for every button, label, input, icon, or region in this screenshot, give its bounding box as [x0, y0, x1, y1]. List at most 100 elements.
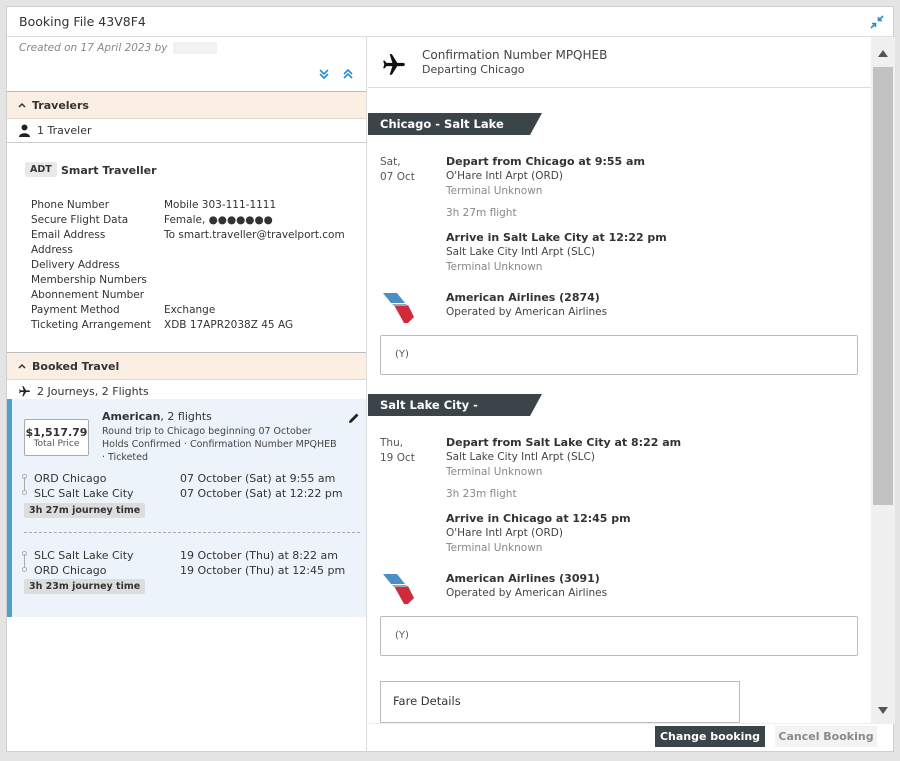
arrival-title: Arrive in Salt Lake City at 12:22 pm [446, 231, 667, 244]
flight-duration: 3h 23m flight [446, 488, 517, 500]
fare-details-title: Fare Details [393, 694, 461, 708]
detail-label: Abonnement Number [31, 289, 145, 301]
right-panel-scrollbar[interactable] [871, 37, 895, 723]
leg-time: 19 October (Thu) at 8:22 am [180, 549, 338, 562]
arrival-airport: Salt Lake City Intl Arpt (SLC) [446, 246, 595, 258]
leg-time: 07 October (Sat) at 12:22 pm [180, 487, 343, 500]
total-price: $1,517.79 [25, 426, 88, 439]
person-icon [19, 124, 30, 137]
detail-row: Address [31, 243, 361, 258]
redacted-agent [172, 42, 217, 54]
card-trip-description: Round trip to Chicago beginning 07 Octob… [102, 426, 312, 437]
leg-city: ORD Chicago [34, 564, 107, 577]
journeys-summary: 2 Journeys, 2 Flights [37, 385, 149, 398]
carrier-block: American Airlines (3091) Operated by Ame… [446, 571, 856, 601]
departure-title: Depart from Salt Lake City at 8:22 am [446, 436, 682, 449]
leg-row: SLC Salt Lake City 19 October (Thu) at 8:… [34, 548, 354, 563]
cancel-booking-button[interactable]: Cancel Booking [775, 726, 877, 747]
leg-row: ORD Chicago 07 October (Sat) at 9:55 am [34, 471, 354, 486]
departure-terminal: Terminal Unknown [446, 466, 543, 478]
departure-block: Depart from Salt Lake City at 8:22 am Sa… [446, 435, 856, 480]
travelers-section-header[interactable]: Travelers [7, 91, 366, 119]
journey-duration-badge: 3h 23m journey time [24, 579, 146, 594]
traveler-count: 1 Traveler [37, 124, 92, 137]
expand-all-icon[interactable] [317, 67, 331, 81]
route-banner: Chicago - Salt Lake City [368, 113, 542, 153]
booked-travel-section-header[interactable]: Booked Travel [7, 352, 366, 380]
detail-label: Membership Numbers [31, 274, 147, 286]
detail-row: Secure Flight Data Female, ●●●●●●● [31, 213, 361, 228]
journey-return: SLC Salt Lake City 19 October (Thu) at 8:… [22, 548, 354, 578]
leg-time: 07 October (Sat) at 9:55 am [180, 472, 336, 485]
card-description: Round trip to Chicago beginning 07 Octob… [102, 425, 342, 464]
american-airlines-logo-icon [383, 574, 414, 604]
segment-day-date: 19 Oct [380, 452, 415, 464]
collapse-all-icon[interactable] [341, 67, 355, 81]
card-airline-name: American [102, 410, 161, 423]
detail-row: Delivery Address [31, 258, 361, 273]
detail-label: Address [31, 244, 73, 256]
operated-by: Operated by American Airlines [446, 587, 608, 599]
arrival-title: Arrive in Chicago at 12:45 pm [446, 512, 631, 525]
detail-label: Email Address [31, 229, 106, 241]
detail-label: Payment Method [31, 304, 120, 316]
cabin-class-box[interactable]: (Y) [380, 335, 858, 375]
total-price-label: Total Price [33, 439, 80, 449]
traveller-name[interactable]: Smart Traveller [61, 164, 157, 177]
departure-airport: O'Hare Intl Arpt (ORD) [446, 170, 563, 182]
american-airlines-logo-icon [383, 293, 414, 323]
segment-date: Thu, 19 Oct [380, 436, 415, 466]
detail-label: Ticketing Arrangement [31, 319, 151, 331]
scroll-thumb[interactable] [873, 67, 893, 505]
detail-row: Phone Number Mobile 303-111-1111 [31, 198, 361, 213]
collapse-icon[interactable] [869, 14, 885, 30]
detail-value: Female, ●●●●●●● [164, 214, 273, 226]
carrier-name: American Airlines (3091) [446, 572, 600, 585]
segment-date: Sat, 07 Oct [380, 155, 415, 185]
scroll-down-arrow-icon[interactable] [878, 707, 888, 715]
leg-end-dot [22, 490, 27, 495]
card-status: Holds Confirmed · Confirmation Number MP… [102, 439, 337, 463]
plane-icon [383, 54, 405, 75]
detail-label: Secure Flight Data [31, 214, 129, 226]
arrival-terminal: Terminal Unknown [446, 261, 543, 273]
scroll-up-arrow-icon[interactable] [878, 49, 888, 57]
booked-travel-title: Booked Travel [32, 360, 120, 373]
confirmation-number: Confirmation Number MPQHEB [422, 48, 608, 62]
cabin-class: (Y) [395, 630, 409, 641]
leg-end-dot [22, 567, 27, 572]
change-booking-button[interactable]: Change booking [655, 726, 765, 747]
booking-dialog: Booking File 43V8F4 Created on 17 April … [6, 6, 895, 753]
departure-airport: Salt Lake City Intl Arpt (SLC) [446, 451, 595, 463]
arrival-block: Arrive in Chicago at 12:45 pm O'Hare Int… [446, 511, 856, 556]
operated-by: Operated by American Airlines [446, 306, 608, 318]
departure-block: Depart from Chicago at 9:55 am O'Hare In… [446, 154, 856, 199]
traveler-count-row: 1 Traveler [7, 119, 366, 143]
detail-label: Phone Number [31, 199, 110, 211]
fare-details-box[interactable]: Fare Details [380, 681, 740, 723]
leg-time: 19 October (Thu) at 12:45 pm [180, 564, 346, 577]
booking-card[interactable]: $1,517.79 Total Price American, 2 flight… [7, 399, 366, 617]
cabin-class-box[interactable]: (Y) [380, 616, 858, 656]
dialog-header: Booking File 43V8F4 [7, 7, 895, 37]
pencil-icon[interactable] [348, 412, 360, 424]
arrival-terminal: Terminal Unknown [446, 542, 543, 554]
price-box: $1,517.79 Total Price [24, 419, 89, 456]
travelers-title: Travelers [32, 99, 89, 112]
leg-row: ORD Chicago 19 October (Thu) at 12:45 pm [34, 563, 354, 578]
caret-up-icon [18, 102, 26, 108]
detail-value: Mobile 303-111-1111 [164, 199, 277, 211]
caret-up-icon [18, 363, 26, 369]
journey-outbound: ORD Chicago 07 October (Sat) at 9:55 am S… [22, 471, 354, 501]
detail-value: To smart.traveller@travelport.com [164, 229, 345, 241]
segment-day-date: 07 Oct [380, 171, 415, 183]
flight-duration: 3h 27m flight [446, 207, 517, 219]
leg-city: ORD Chicago [34, 472, 107, 485]
detail-row: Email Address To smart.traveller@travelpo… [31, 228, 361, 243]
segment-day: Thu, [380, 437, 404, 449]
left-panel: Created on 17 April 2023 by Travelers 1 … [7, 37, 367, 753]
detail-row: Payment Method Exchange [31, 303, 361, 318]
segment-day: Sat, [380, 156, 401, 168]
arrival-block: Arrive in Salt Lake City at 12:22 pm Sal… [446, 230, 856, 275]
dialog-title: Booking File 43V8F4 [19, 14, 146, 29]
